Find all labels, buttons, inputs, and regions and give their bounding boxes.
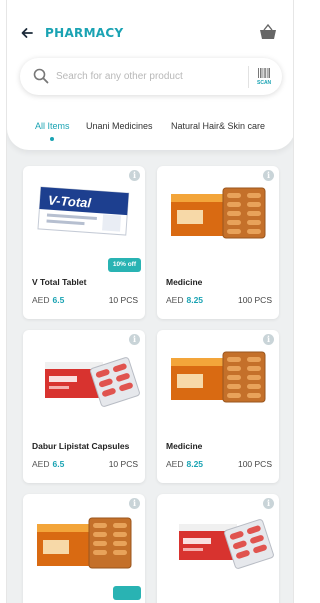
price-row: AED 6.5 10 PCS: [32, 459, 138, 469]
price-row: AED 8.25 100 PCS: [166, 295, 272, 305]
product-card[interactable]: i: [157, 494, 279, 603]
category-tabs: All Items Unani Medicines Natural Hair& …: [7, 118, 293, 142]
product-card[interactable]: V-Total i 10% off V Total Tablet AED 6.5 …: [23, 166, 145, 319]
product-name: V Total Tablet: [32, 277, 87, 287]
scan-button[interactable]: SCAN: [248, 66, 278, 88]
product-card[interactable]: i Medicine AED 8.25 100 PCS: [157, 166, 279, 319]
offer-badge: [113, 586, 141, 600]
svg-text:V-Total: V-Total: [48, 193, 92, 211]
product-card[interactable]: i Dabur Lipistat Capsules AED 6.5 10 PCS: [23, 330, 145, 483]
product-image: [179, 519, 274, 569]
search-input[interactable]: [56, 66, 236, 86]
info-icon[interactable]: i: [129, 170, 140, 181]
product-image: [171, 187, 266, 239]
tab-all-items[interactable]: All Items: [35, 121, 70, 131]
active-tab-indicator: [50, 137, 54, 141]
barcode-icon: [258, 68, 270, 78]
quantity: 100 PCS: [237, 459, 272, 469]
info-icon[interactable]: i: [263, 170, 274, 181]
info-icon[interactable]: i: [263, 334, 274, 345]
offer-badge: 10% off: [107, 258, 141, 272]
price: 8.25: [186, 295, 204, 305]
currency: AED: [32, 459, 50, 469]
price: 6.5: [52, 295, 65, 305]
product-image: [45, 357, 140, 407]
currency: AED: [166, 295, 184, 305]
currency: AED: [32, 295, 50, 305]
price: 8.25: [186, 459, 204, 469]
product-card[interactable]: i Medicine AED 8.25 100 PCS: [157, 330, 279, 483]
arrow-left-icon[interactable]: [19, 25, 35, 41]
product-image: V-Total: [37, 186, 130, 236]
page-title: PHARMACY: [45, 26, 124, 40]
quantity: 10 PCS: [108, 295, 138, 305]
basket-icon[interactable]: [259, 23, 277, 40]
price: 6.5: [52, 459, 65, 469]
info-icon[interactable]: i: [129, 334, 140, 345]
product-name: Medicine: [166, 277, 203, 287]
product-card[interactable]: i: [23, 494, 145, 603]
top-bar: PHARMACY: [7, 18, 293, 48]
product-name: Medicine: [166, 441, 203, 451]
search-bar: SCAN: [20, 58, 282, 95]
quantity: 10 PCS: [108, 459, 138, 469]
tab-unani-medicines[interactable]: Unani Medicines: [86, 121, 153, 131]
product-image: [171, 351, 266, 403]
tab-natural-hair-skin-care[interactable]: Natural Hair& Skin care: [171, 121, 265, 131]
search-icon: [33, 68, 49, 84]
quantity: 100 PCS: [237, 295, 272, 305]
product-name: Dabur Lipistat Capsules: [32, 441, 130, 451]
header: PHARMACY SCAN All Items Unani Medicines …: [7, 0, 293, 150]
product-image: [37, 517, 132, 569]
price-row: AED 6.5 10 PCS: [32, 295, 138, 305]
scan-label: SCAN: [257, 80, 272, 86]
price-row: AED 8.25 100 PCS: [166, 459, 272, 469]
info-icon[interactable]: i: [263, 498, 274, 509]
app-screen: PHARMACY SCAN All Items Unani Medicines …: [6, 0, 294, 603]
currency: AED: [166, 459, 184, 469]
info-icon[interactable]: i: [129, 498, 140, 509]
